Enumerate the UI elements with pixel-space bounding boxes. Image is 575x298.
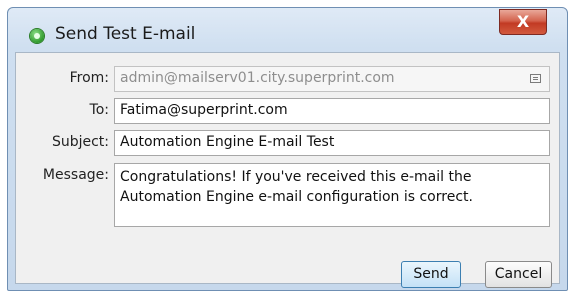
send-button[interactable]: Send [401,261,461,288]
subject-label: Subject: [51,134,109,150]
message-line-2: Automation Engine e-mail configuration i… [120,189,473,205]
title-bar[interactable]: Send Test E-mail X [8,8,567,52]
cancel-button[interactable]: Cancel [485,261,552,288]
from-label: From: [69,70,109,86]
from-field: admin@mailserv01.city.superprint.com [114,66,550,92]
message-line-1: Congratulations! If you've received this… [120,169,472,185]
to-field[interactable]: Fatima@superprint.com [114,98,550,124]
from-value: admin@mailserv01.city.superprint.com [120,70,395,86]
dialog-title: Send Test E-mail [55,24,196,44]
list-icon[interactable] [530,74,541,83]
close-button[interactable]: X [499,9,547,35]
dialog-content: From: admin@mailserv01.city.superprint.c… [15,52,560,288]
message-label: Message: [42,167,109,183]
subject-field[interactable]: Automation Engine E-mail Test [114,130,550,156]
dialog-window: Send Test E-mail X From: admin@mailserv0… [7,7,568,291]
message-field[interactable]: Congratulations! If you've received this… [114,163,550,227]
to-label: To: [89,102,109,118]
app-icon [30,29,44,43]
